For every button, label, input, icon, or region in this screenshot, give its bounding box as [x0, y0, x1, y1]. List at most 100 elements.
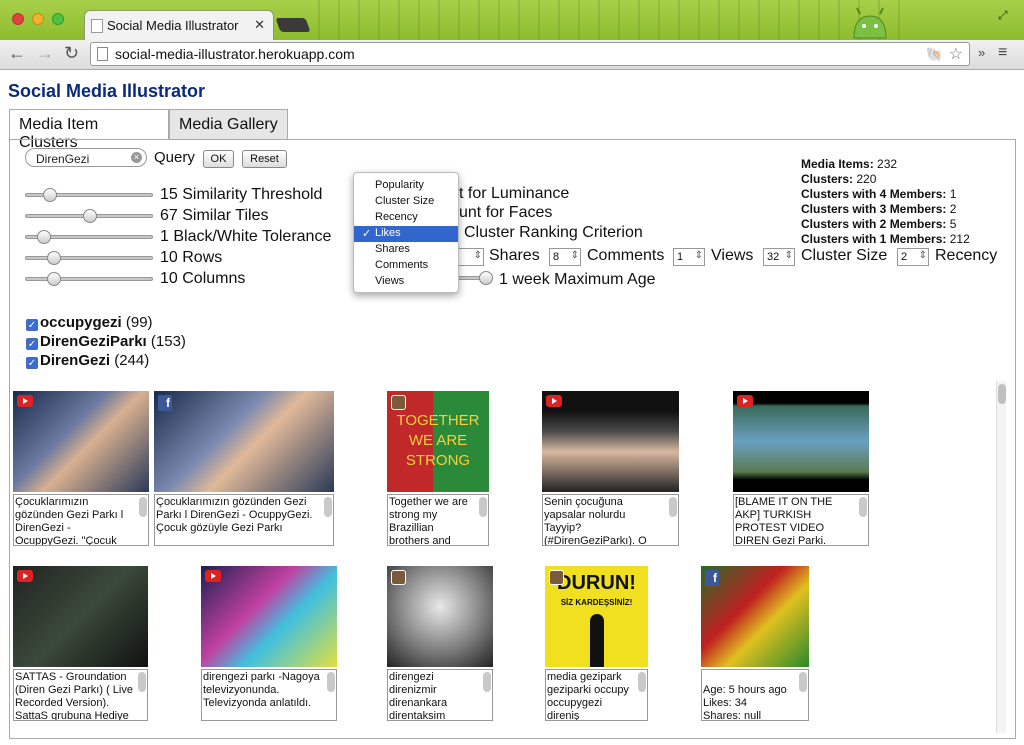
dropdown-option[interactable]: Comments: [354, 258, 458, 274]
fullscreen-icon[interactable]: ⤢: [998, 8, 1008, 23]
comments-label: Comments: [587, 247, 665, 264]
dropdown-option[interactable]: Cluster Size: [354, 194, 458, 210]
gallery-scrollbar[interactable]: [996, 381, 1006, 733]
media-caption[interactable]: Çocuklarımızın gözünden Gezi Parkı l Dir…: [154, 494, 334, 546]
reload-icon[interactable]: ↻: [64, 43, 79, 64]
stat-row: Clusters: 220: [801, 172, 970, 187]
browser-menu-icon[interactable]: ≡: [998, 44, 1007, 62]
zoom-window-button[interactable]: [52, 13, 64, 25]
caption-scrollbar[interactable]: [638, 672, 646, 692]
minimize-window-button[interactable]: [32, 13, 44, 25]
views-weight-stepper[interactable]: 1: [673, 248, 705, 266]
media-thumbnail[interactable]: [13, 566, 148, 667]
max-age-label: 1 week Maximum Age: [499, 271, 656, 288]
media-caption[interactable]: media gezipark geziparki occupy occupyge…: [545, 669, 648, 721]
dropdown-option[interactable]: Views: [354, 274, 458, 290]
new-tab-button[interactable]: [275, 18, 311, 32]
caption-scrollbar[interactable]: [669, 497, 677, 517]
media-caption[interactable]: SATTAS - Groundation (Diren Gezi Parkı) …: [13, 669, 148, 721]
media-thumbnail[interactable]: [387, 566, 493, 667]
faces-option-label: unt for Faces: [459, 204, 553, 221]
slider-knob[interactable]: [43, 188, 57, 202]
media-caption[interactable]: direngezi direnizmir direnankara direnta…: [387, 669, 493, 721]
stat-value: 232: [877, 157, 898, 171]
bookmark-star-icon[interactable]: ☆: [949, 44, 963, 64]
tab-media-gallery[interactable]: Media Gallery: [169, 109, 288, 139]
caption-scrollbar[interactable]: [483, 672, 491, 692]
media-caption[interactable]: [BLAME IT ON THE AKP] TURKISH PROTEST VI…: [733, 494, 869, 546]
youtube-icon: [17, 570, 33, 582]
media-thumbnail[interactable]: [733, 391, 869, 492]
media-thumbnail[interactable]: TOGETHER WE ARE STRONG: [387, 391, 489, 492]
tab-close-icon[interactable]: ✕: [254, 17, 265, 33]
back-icon[interactable]: ←: [8, 43, 26, 64]
caption-scrollbar[interactable]: [799, 672, 807, 692]
address-bar[interactable]: social-media-illustrator.herokuapp.com 🐚…: [90, 42, 970, 66]
slider-1[interactable]: [25, 209, 153, 223]
titlebar-pattern: [300, 0, 900, 40]
hashtag-item[interactable]: ✓ DirenGezi (244): [26, 352, 149, 369]
hashtag-checkbox[interactable]: ✓: [26, 338, 38, 350]
caption-scrollbar[interactable]: [327, 672, 335, 692]
youtube-icon: [737, 395, 753, 407]
hashtag-checkbox[interactable]: ✓: [26, 357, 38, 369]
query-label: Query: [154, 149, 195, 166]
dropdown-option[interactable]: Popularity: [354, 178, 458, 194]
query-input[interactable]: [25, 148, 147, 167]
caption-scrollbar[interactable]: [139, 497, 147, 517]
media-caption[interactable]: Together we are strong my Brazillian bro…: [387, 494, 489, 546]
media-thumbnail[interactable]: f: [154, 391, 334, 492]
stat-row: Clusters with 4 Members: 1: [801, 187, 970, 202]
caption-scrollbar[interactable]: [324, 497, 332, 517]
thumbnail-text: TOGETHER WE ARE STRONG: [396, 412, 480, 469]
slider-knob[interactable]: [37, 230, 51, 244]
youtube-icon: [17, 395, 33, 407]
media-caption[interactable]: Senin çocuğuna yapsalar nolurdu Tayyip? …: [542, 494, 679, 546]
ok-button[interactable]: OK: [203, 150, 234, 168]
forward-icon[interactable]: →: [36, 43, 54, 64]
media-thumbnail[interactable]: [201, 566, 337, 667]
dropdown-option[interactable]: Likes: [354, 226, 458, 242]
media-thumbnail[interactable]: [13, 391, 149, 492]
caption-text: direngezi parkı -Nagoya televizyonunda. …: [203, 671, 320, 709]
caption-scrollbar[interactable]: [138, 672, 146, 692]
slider-label: 15 Similarity Threshold: [160, 186, 323, 203]
recency-weight-stepper[interactable]: 2: [897, 248, 929, 266]
slider-3[interactable]: [25, 251, 153, 265]
hashtag-item[interactable]: ✓ DirenGeziParkı (153): [26, 333, 186, 350]
slider-2[interactable]: [25, 230, 153, 244]
comments-weight-stepper[interactable]: 8: [549, 248, 581, 266]
overflow-chevron-icon[interactable]: »: [978, 45, 985, 60]
media-caption[interactable]: Age: 5 hours ago Likes: 34 Shares: null: [701, 669, 809, 721]
hashtag-item[interactable]: ✓ occupygezi (99): [26, 314, 153, 331]
gallery-scrollbar-thumb[interactable]: [998, 384, 1006, 404]
url-text[interactable]: social-media-illustrator.herokuapp.com: [115, 46, 355, 62]
browser-tab[interactable]: Social Media Illustrator ✕: [84, 10, 274, 40]
slider-knob[interactable]: [47, 251, 61, 265]
media-thumbnail[interactable]: DURUN! SİZ KARDEŞSİNİZ!: [545, 566, 648, 667]
max-age-slider-knob[interactable]: [479, 271, 493, 285]
slider-4[interactable]: [25, 272, 153, 286]
slider-knob[interactable]: [47, 272, 61, 286]
dropdown-option[interactable]: Recency: [354, 210, 458, 226]
clear-search-icon[interactable]: ×: [131, 152, 142, 163]
extension-icon[interactable]: 🐚: [926, 46, 943, 63]
tab-media-item-clusters[interactable]: Media Item Clusters: [9, 109, 169, 151]
caption-text: media gezipark geziparki occupy occupyge…: [547, 671, 629, 721]
caption-scrollbar[interactable]: [859, 497, 867, 517]
dropdown-option[interactable]: Shares: [354, 242, 458, 258]
media-caption[interactable]: direngezi parkı -Nagoya televizyonunda. …: [201, 669, 337, 721]
caption-scrollbar[interactable]: [479, 497, 487, 517]
media-thumbnail[interactable]: f: [701, 566, 809, 667]
stat-row: Clusters with 3 Members: 2: [801, 202, 970, 217]
slider-0[interactable]: [25, 188, 153, 202]
media-thumbnail[interactable]: [542, 391, 679, 492]
reset-button[interactable]: Reset: [242, 150, 287, 168]
ranking-criterion-dropdown[interactable]: PopularityCluster SizeRecencyLikesShares…: [353, 172, 459, 293]
close-window-button[interactable]: [12, 13, 24, 25]
hashtag-checkbox[interactable]: ✓: [26, 319, 38, 331]
cluster-size-weight-stepper[interactable]: 32: [763, 248, 795, 266]
media-caption[interactable]: Çocuklarımızın gözünden Gezi Parkı l Dir…: [13, 494, 149, 546]
hashtag-count: (244): [114, 352, 150, 369]
slider-knob[interactable]: [83, 209, 97, 223]
